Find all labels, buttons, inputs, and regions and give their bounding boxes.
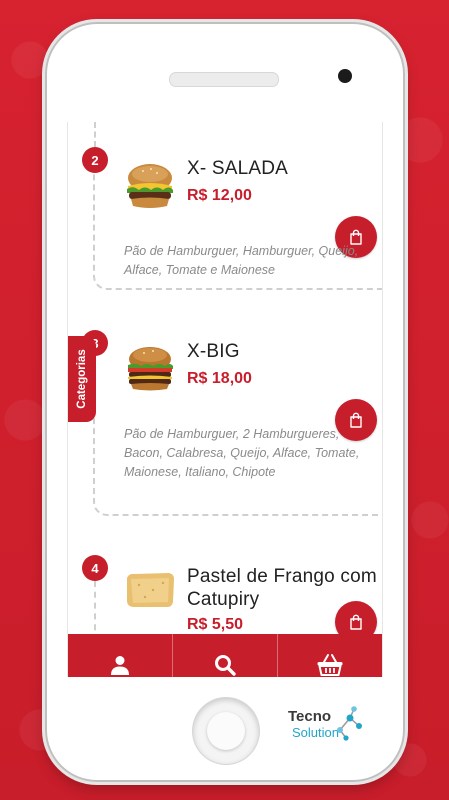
home-button[interactable] [193, 698, 259, 764]
item-name: X- SALADA [187, 158, 289, 179]
phone-frame: 2 X- SALADA R$ 12,00 Pão de Hamburguer, … [45, 22, 405, 782]
user-icon [111, 656, 129, 675]
molecule-icon [337, 706, 362, 741]
item-description: Pão de Hamburguer, Hamburguer, Queijo, A… [124, 244, 359, 277]
brand-logo: Tecno Solution [288, 704, 368, 748]
search-icon [215, 655, 236, 676]
search-button[interactable] [173, 634, 278, 677]
categories-tab[interactable]: Categorias [68, 336, 96, 422]
basket-icon [317, 654, 343, 676]
categories-tab-label: Categorias [76, 349, 88, 409]
phone-camera [338, 69, 352, 83]
basket-button[interactable] [278, 634, 382, 677]
profile-button[interactable] [68, 634, 173, 677]
item-price: R$ 12,00 [187, 187, 252, 204]
item-description: Pão de Hamburguer, 2 Hamburgueres, Bacon… [124, 427, 360, 479]
shopping-bag-icon [350, 614, 362, 630]
bottom-navigation [68, 634, 382, 677]
burger-image [123, 345, 177, 396]
pastel-image [123, 570, 177, 615]
timeline-connector [94, 122, 96, 147]
timeline-connector [94, 581, 96, 641]
item-name: X-BIG [187, 341, 240, 362]
brand-name-line1: Tecno [288, 708, 332, 725]
app-screen: 2 X- SALADA R$ 12,00 Pão de Hamburguer, … [67, 122, 383, 677]
phone-speaker [169, 72, 279, 87]
item-number-badge: 4 [82, 555, 108, 581]
item-price: R$ 18,00 [187, 370, 252, 387]
item-number-badge: 2 [82, 147, 108, 173]
item-price: R$ 5,50 [187, 616, 244, 633]
burger-image [123, 162, 177, 215]
